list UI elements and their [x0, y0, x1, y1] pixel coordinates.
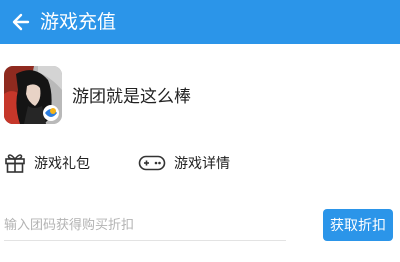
gift-icon — [5, 154, 25, 173]
back-button[interactable] — [4, 0, 38, 44]
group-code-input[interactable] — [4, 210, 286, 241]
gift-pack-label: 游戏礼包 — [34, 156, 90, 172]
gamepad-icon — [138, 155, 166, 171]
game-actions: 游戏礼包 游戏详情 — [0, 148, 400, 178]
game-cover-icon — [4, 66, 62, 124]
game-details-label: 游戏详情 — [174, 156, 230, 172]
arrow-left-icon — [12, 13, 30, 31]
coupon-section: 获取折扣 — [0, 204, 400, 244]
app-header: 游戏充值 — [0, 0, 400, 44]
game-title: 游团就是这么棒 — [72, 87, 191, 107]
game-details-link[interactable]: 游戏详情 — [138, 148, 230, 178]
get-discount-button[interactable]: 获取折扣 — [323, 209, 393, 241]
game-info: 游团就是这么棒 — [0, 64, 400, 128]
page-title: 游戏充值 — [40, 11, 117, 33]
gift-pack-link[interactable]: 游戏礼包 — [4, 148, 90, 178]
